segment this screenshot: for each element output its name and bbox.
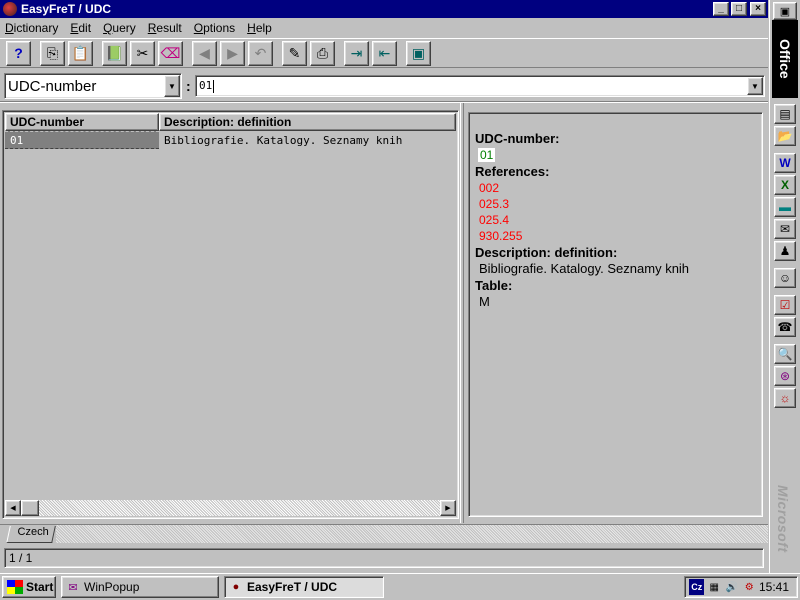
taskbar: Start ✉ WinPopup ● EasyFreT / UDC Cz ▦ 🔊… — [0, 573, 800, 600]
title-bar: EasyFreT / UDC _ □ × — [0, 0, 768, 18]
paste-icon[interactable]: 📋 — [68, 40, 93, 66]
mail-icon[interactable]: ✉ — [774, 219, 796, 239]
powerpoint-icon[interactable]: ▬ — [774, 197, 796, 217]
scheduler-icon[interactable]: ⚙ — [741, 579, 756, 595]
eraser-icon[interactable]: ⌫ — [158, 40, 183, 66]
office-assistant-icon[interactable]: ☼ — [774, 388, 796, 408]
menu-options[interactable]: Options — [188, 21, 241, 35]
tasks-icon[interactable]: ☑ — [774, 295, 796, 315]
language-indicator[interactable]: Cz — [689, 579, 705, 595]
grid-header: UDC-number Description: definition — [5, 113, 456, 131]
cell-description[interactable]: Bibliografie. Katalogy. Seznamy knih — [159, 131, 456, 149]
column-header-udc[interactable]: UDC-number — [5, 113, 159, 131]
excel-icon[interactable]: X — [774, 175, 796, 195]
open-folder-icon[interactable]: 📂 — [774, 126, 796, 146]
help-book-icon[interactable]: ⊛ — [774, 366, 796, 386]
contacts-icon[interactable]: ☎ — [774, 317, 796, 337]
tools-icon[interactable]: ♟ — [774, 241, 796, 261]
search-icon[interactable]: 🔍 — [774, 344, 796, 364]
window-title: EasyFreT / UDC — [21, 2, 112, 16]
text-caret — [213, 79, 215, 93]
volume-icon[interactable]: 🔊 — [724, 579, 739, 595]
tab-czech[interactable]: Czech — [6, 526, 56, 543]
copy-icon[interactable]: ⎘ — [40, 40, 65, 66]
query-input-value: 01 — [199, 79, 213, 93]
description-value: Bibliografie. Katalogy. Seznamy knih — [479, 261, 690, 276]
results-grid: UDC-number Description: definition 01 Bi… — [2, 110, 459, 519]
windows-logo-icon — [7, 580, 23, 594]
scroll-left-icon[interactable]: ◀ — [5, 500, 21, 516]
pane-splitter[interactable] — [460, 103, 464, 523]
status-bar: 1 / 1 — [4, 548, 764, 568]
query-separator: : — [186, 78, 191, 94]
menu-help[interactable]: Help — [241, 21, 278, 35]
tab-strip: Czech — [0, 524, 768, 544]
pencil-icon[interactable]: ✎ — [282, 40, 307, 66]
field-select[interactable]: UDC-number ▼ — [4, 73, 182, 99]
chevron-down-icon[interactable]: ▼ — [164, 75, 180, 97]
clock[interactable]: 15:41 — [759, 580, 789, 594]
help-icon[interactable]: ? — [6, 40, 31, 66]
office-menu-icon[interactable]: ▣ — [773, 2, 797, 20]
scrollbar-track[interactable] — [39, 500, 440, 516]
taskbar-button-easyfret[interactable]: ● EasyFreT / UDC — [224, 576, 384, 598]
word-icon[interactable]: W — [774, 153, 796, 173]
microsoft-brand: Microsoft — [775, 485, 791, 553]
close-button[interactable]: × — [750, 2, 766, 16]
reference-link[interactable]: 025.3 — [475, 196, 756, 212]
minimize-button[interactable]: _ — [713, 2, 729, 16]
clock-icon[interactable]: ☺ — [774, 268, 796, 288]
menu-bar: Dictionary Edit Query Result Options Hel… — [0, 19, 768, 37]
divider — [0, 101, 768, 103]
app-icon[interactable] — [3, 2, 17, 16]
udc-number-label: UDC-number: — [475, 131, 560, 146]
query-bar: UDC-number ▼ : 01 ▼ — [0, 70, 768, 102]
office-shortcut-bar: ▣ Office ▤ 📂 W X ▬ ✉ ♟ ☺ ☑ ☎ 🔍 ⊛ ☼ Micro… — [769, 0, 800, 573]
menu-edit[interactable]: Edit — [64, 21, 97, 35]
dictionary-book-icon[interactable]: 📗 — [102, 40, 127, 66]
new-document-icon[interactable]: ▤ — [774, 104, 796, 124]
print-icon[interactable]: ⎙ — [310, 40, 335, 66]
menu-query[interactable]: Query — [97, 21, 142, 35]
cell-udc[interactable]: 01 — [5, 131, 159, 149]
table-row[interactable]: 01 Bibliografie. Katalogy. Seznamy knih — [5, 131, 456, 149]
record-count: 1 / 1 — [9, 551, 33, 565]
detail-pane: UDC-number: 01 References: 002 025.3 025… — [468, 112, 763, 517]
reference-link[interactable]: 930.255 — [475, 228, 756, 244]
references-label: References: — [475, 164, 550, 179]
reference-link[interactable]: 025.4 — [475, 212, 756, 228]
network-icon[interactable]: ▦ — [706, 579, 721, 595]
export-icon[interactable]: ⇥ — [344, 40, 369, 66]
field-select-value: UDC-number — [8, 77, 97, 95]
start-button[interactable]: Start — [2, 576, 56, 598]
description-label: Description: definition: — [475, 245, 618, 260]
table-value: M — [479, 294, 490, 309]
query-input[interactable]: 01 ▼ — [195, 75, 765, 97]
system-tray: Cz ▦ 🔊 ⚙ 15:41 — [684, 576, 798, 598]
horizontal-scrollbar[interactable]: ◀ ▶ — [5, 500, 456, 516]
menu-result[interactable]: Result — [142, 21, 188, 35]
taskbar-button-winpopup[interactable]: ✉ WinPopup — [61, 576, 219, 598]
table-label: Table: — [475, 278, 513, 293]
scroll-right-icon[interactable]: ▶ — [440, 500, 456, 516]
menu-dictionary[interactable]: Dictionary — [0, 21, 64, 35]
forward-arrow-icon[interactable]: ▶ — [220, 40, 245, 66]
chevron-down-icon[interactable]: ▼ — [747, 77, 763, 95]
udc-number-value: 01 — [478, 148, 496, 162]
column-header-description[interactable]: Description: definition — [159, 113, 456, 131]
save-disk-icon[interactable]: ▣ — [406, 40, 431, 66]
maximize-button[interactable]: □ — [731, 2, 747, 16]
scrollbar-thumb[interactable] — [21, 500, 39, 516]
easyfret-icon: ● — [232, 581, 240, 593]
import-icon[interactable]: ⇤ — [372, 40, 397, 66]
winpopup-icon: ✉ — [68, 581, 78, 594]
reference-link[interactable]: 002 — [475, 180, 756, 196]
undo-icon[interactable]: ↶ — [248, 40, 273, 66]
cut-icon[interactable]: ✂ — [130, 40, 155, 66]
toolbar: ? ⎘ 📋 📗 ✂ ⌫ ◀ ▶ ↶ ✎ ⎙ ⇥ ⇤ ▣ — [0, 38, 768, 68]
office-logo: Office — [772, 20, 798, 98]
back-arrow-icon[interactable]: ◀ — [192, 40, 217, 66]
